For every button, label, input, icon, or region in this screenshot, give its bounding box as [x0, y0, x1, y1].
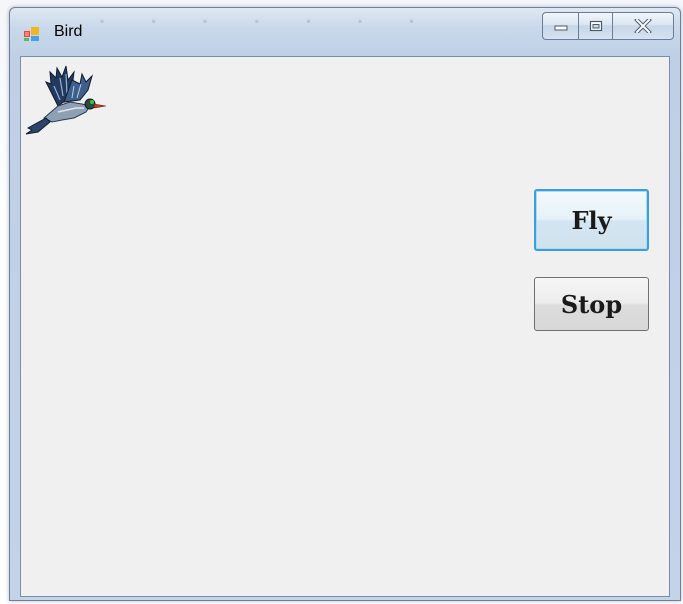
form-client-area: Fly Stop — [20, 56, 670, 597]
maximize-icon — [589, 20, 602, 32]
bird-image — [25, 65, 106, 135]
maximize-button[interactable] — [578, 12, 612, 40]
minimize-icon — [554, 25, 567, 31]
caption-buttons — [542, 12, 674, 42]
app-icon — [24, 27, 39, 41]
fly-button[interactable]: Fly — [534, 189, 649, 251]
minimize-button[interactable] — [542, 12, 578, 40]
background-menu-ghost: ▪ ▪ ▪ ▪ ▪ ▪ ▪ — [100, 14, 436, 28]
bird-window: ▪ ▪ ▪ ▪ ▪ ▪ ▪ Bird Fly Stop — [9, 7, 681, 601]
stop-button[interactable]: Stop — [534, 277, 649, 331]
close-button[interactable] — [612, 12, 674, 40]
window-title: Bird — [54, 23, 83, 40]
close-icon — [634, 19, 652, 33]
